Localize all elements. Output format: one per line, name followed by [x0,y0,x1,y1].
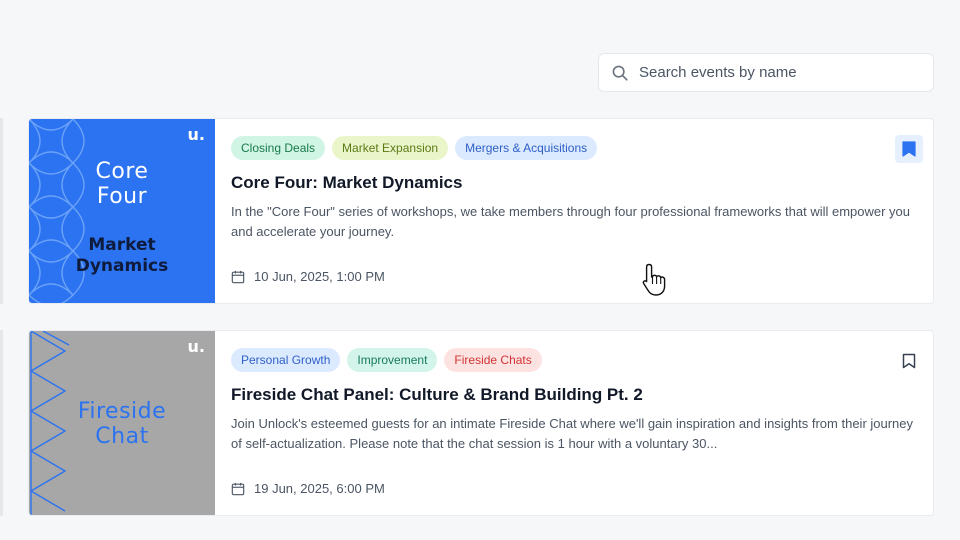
tag[interactable]: Improvement [347,348,438,372]
thumbnail-topic: Market Dynamics [75,235,169,276]
tag[interactable]: Personal Growth [231,348,341,372]
event-description: In the "Core Four" series of workshops, … [231,204,911,239]
tag-list: Closing Deals Market Expansion Mergers &… [231,136,921,160]
search-icon [612,65,628,81]
event-title[interactable]: Fireside Chat Panel: Culture & Brand Bui… [231,384,921,406]
event-date-text: 19 Jun, 2025, 6:00 PM [254,481,385,496]
bookmark-button[interactable] [895,347,923,375]
calendar-icon [231,482,245,495]
hand-cursor-icon [642,263,666,296]
event-body: Personal Growth Improvement Fireside Cha… [215,331,933,515]
tag[interactable]: Fireside Chats [444,348,542,372]
event-thumbnail: u. Core Four Market Dynamics [29,119,215,303]
event-body: Closing Deals Market Expansion Mergers &… [215,119,933,303]
tag[interactable]: Closing Deals [231,136,326,160]
calendar-icon [231,270,245,283]
previous-card-edge [0,330,3,516]
event-date: 19 Jun, 2025, 6:00 PM [231,481,385,496]
bookmark-outline-icon [902,353,916,369]
event-card[interactable]: u. Fireside Chat Personal Growth Improve… [28,330,934,516]
thumbnail-series: Core Four [95,159,149,209]
bookmark-button[interactable] [895,135,923,163]
event-title[interactable]: Core Four: Market Dynamics [231,172,921,194]
brand-logo: u. [187,337,205,356]
search-input[interactable] [639,64,919,81]
tag-list: Personal Growth Improvement Fireside Cha… [231,348,921,372]
bookmark-filled-icon [902,141,916,157]
event-description: Join Unlock's esteemed guests for an int… [231,416,914,451]
event-date-text: 10 Jun, 2025, 1:00 PM [254,269,385,284]
tag[interactable]: Market Expansion [332,136,449,160]
event-card[interactable]: u. Core Four Market Dynamics Closing Dea… [28,118,934,304]
brand-logo: u. [187,125,205,144]
previous-card-edge [0,118,3,304]
tag[interactable]: Mergers & Acquisitions [455,136,598,160]
search-box[interactable] [598,53,934,92]
thumbnail-series: Fireside Chat [77,399,167,449]
event-thumbnail: u. Fireside Chat [29,331,215,515]
event-date: 10 Jun, 2025, 1:00 PM [231,269,385,284]
